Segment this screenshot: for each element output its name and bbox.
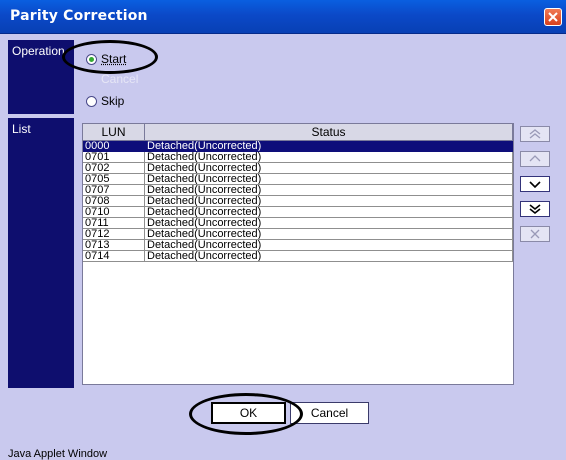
table-row[interactable]: 0707 Detached(Uncorrected) (83, 185, 513, 196)
lun-cell: 0705 (83, 174, 145, 185)
radio-button[interactable] (86, 95, 97, 107)
status-cell: Detached(Uncorrected) (145, 152, 513, 163)
operation-panel: Start Cancel Skip (62, 40, 558, 114)
ok-button[interactable]: OK (211, 402, 286, 424)
status-cell: Detached(Uncorrected) (145, 218, 513, 229)
column-header-lun[interactable]: LUN (83, 124, 145, 141)
cancel-button[interactable]: Cancel (290, 402, 369, 424)
status-cell: Detached(Uncorrected) (145, 196, 513, 207)
table-row[interactable]: 0714 Detached(Uncorrected) (83, 251, 513, 262)
move-up-icon (529, 155, 541, 162)
lun-cell: 0000 (83, 141, 145, 152)
lun-cell: 0713 (83, 240, 145, 251)
move-to-top-button[interactable] (520, 126, 550, 142)
list-panel: LUN Status 0000 Detached(Uncorrected) 0701… (74, 118, 558, 388)
status-cell: Detached(Uncorrected) (145, 207, 513, 218)
move-to-bottom-button[interactable] (520, 201, 550, 217)
lun-table[interactable]: LUN Status 0000 Detached(Uncorrected) 0701… (82, 123, 514, 385)
radio-cancel: Cancel (101, 72, 138, 86)
status-cell: Detached(Uncorrected) (145, 240, 513, 251)
status-cell: Detached(Uncorrected) (145, 229, 513, 240)
lun-cell: 0711 (83, 218, 145, 229)
title-bar[interactable]: Parity Correction (0, 0, 566, 34)
table-row[interactable]: 0711 Detached(Uncorrected) (83, 218, 513, 229)
move-down-icon (529, 181, 541, 189)
operation-section-label: Operation (8, 40, 74, 114)
window-title: Parity Correction (10, 8, 148, 24)
status-cell: Detached(Uncorrected) (145, 251, 513, 262)
radio-start[interactable]: Start (86, 52, 126, 66)
status-cell: Detached(Uncorrected) (145, 141, 513, 152)
move-to-top-icon (529, 129, 541, 139)
table-body: 0000 Detached(Uncorrected) 0701 Detached(Un… (83, 141, 513, 262)
radio-button[interactable] (86, 53, 97, 65)
radio-skip[interactable]: Skip (86, 94, 124, 108)
radio-skip-label: Skip (101, 94, 125, 108)
table-row[interactable]: 0000 Detached(Uncorrected) (83, 141, 513, 152)
table-row[interactable]: 0712 Detached(Uncorrected) (83, 229, 513, 240)
lun-cell: 0712 (83, 229, 145, 240)
lun-cell: 0701 (83, 152, 145, 163)
status-cell: Detached(Uncorrected) (145, 185, 513, 196)
radio-cancel-label: Cancel (101, 72, 139, 86)
column-header-status[interactable]: Status (145, 124, 513, 141)
table-row[interactable]: 0705 Detached(Uncorrected) (83, 174, 513, 185)
remove-icon (530, 229, 540, 239)
move-down-button[interactable] (520, 176, 550, 192)
lun-cell: 0702 (83, 163, 145, 174)
radio-start-label: Start (101, 52, 127, 66)
close-icon (548, 12, 558, 22)
table-header: LUN Status (83, 124, 513, 141)
lun-cell: 0708 (83, 196, 145, 207)
status-cell: Detached(Uncorrected) (145, 163, 513, 174)
status-cell: Detached(Uncorrected) (145, 174, 513, 185)
move-to-bottom-icon (529, 204, 541, 215)
move-up-button[interactable] (520, 151, 550, 167)
table-row[interactable]: 0713 Detached(Uncorrected) (83, 240, 513, 251)
lun-cell: 0707 (83, 185, 145, 196)
lun-cell: 0710 (83, 207, 145, 218)
parity-correction-window: Parity Correction Operation Start Cancel… (0, 0, 566, 460)
remove-button[interactable] (520, 226, 550, 242)
table-row[interactable]: 0702 Detached(Uncorrected) (83, 163, 513, 174)
close-button[interactable] (544, 8, 562, 26)
lun-cell: 0714 (83, 251, 145, 262)
java-applet-warning: Java Applet Window (8, 448, 108, 460)
list-section-label: List (8, 118, 74, 388)
table-row[interactable]: 0701 Detached(Uncorrected) (83, 152, 513, 163)
table-row[interactable]: 0708 Detached(Uncorrected) (83, 196, 513, 207)
table-row[interactable]: 0710 Detached(Uncorrected) (83, 207, 513, 218)
